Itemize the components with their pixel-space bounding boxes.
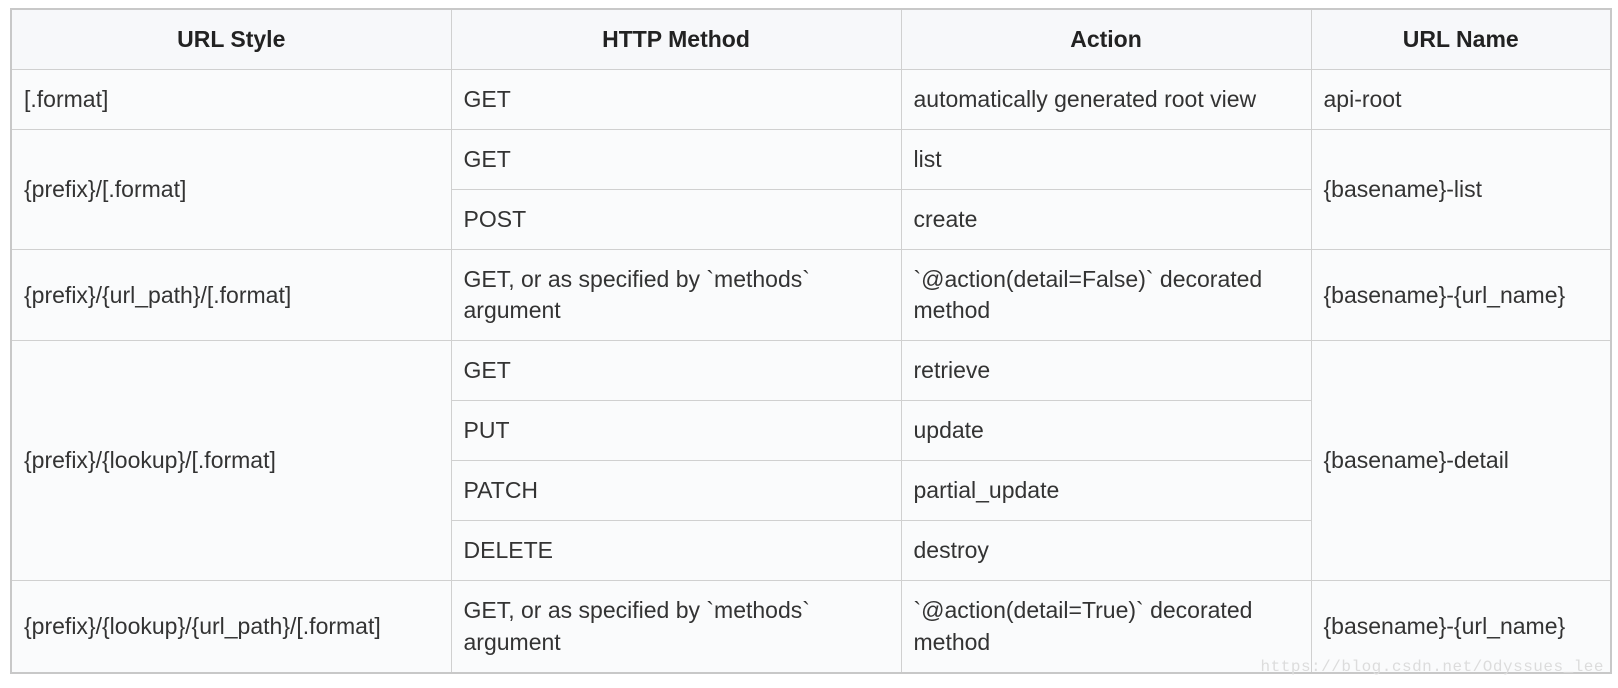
col-header-http-method: HTTP Method xyxy=(451,9,901,70)
table-header-row: URL Style HTTP Method Action URL Name xyxy=(11,9,1611,70)
cell-url-name: {basename}-list xyxy=(1311,130,1611,250)
cell-http-method: PUT xyxy=(451,401,901,461)
table-row: {prefix}/{url_path}/[.format] GET, or as… xyxy=(11,250,1611,341)
cell-url-name: api-root xyxy=(1311,70,1611,130)
table-row: {prefix}/[.format] GET list {basename}-l… xyxy=(11,130,1611,190)
cell-http-method: GET, or as specified by `methods` argume… xyxy=(451,250,901,341)
table-row: {prefix}/{lookup}/[.format] GET retrieve… xyxy=(11,341,1611,401)
col-header-url-style: URL Style xyxy=(11,9,451,70)
cell-action: update xyxy=(901,401,1311,461)
cell-url-style: [.format] xyxy=(11,70,451,130)
cell-action: destroy xyxy=(901,521,1311,581)
url-routing-table: URL Style HTTP Method Action URL Name [.… xyxy=(10,8,1612,674)
cell-action: `@action(detail=True)` decorated method xyxy=(901,581,1311,673)
cell-action: `@action(detail=False)` decorated method xyxy=(901,250,1311,341)
cell-url-style: {prefix}/{url_path}/[.format] xyxy=(11,250,451,341)
cell-action: list xyxy=(901,130,1311,190)
cell-http-method: DELETE xyxy=(451,521,901,581)
cell-action: partial_update xyxy=(901,461,1311,521)
cell-action: automatically generated root view xyxy=(901,70,1311,130)
cell-http-method: GET xyxy=(451,70,901,130)
table-row: {prefix}/{lookup}/{url_path}/[.format] G… xyxy=(11,581,1611,673)
cell-http-method: GET, or as specified by `methods` argume… xyxy=(451,581,901,673)
table-row: [.format] GET automatically generated ro… xyxy=(11,70,1611,130)
col-header-action: Action xyxy=(901,9,1311,70)
cell-url-style: {prefix}/[.format] xyxy=(11,130,451,250)
cell-url-style: {prefix}/{lookup}/{url_path}/[.format] xyxy=(11,581,451,673)
cell-http-method: GET xyxy=(451,341,901,401)
cell-url-name: {basename}-detail xyxy=(1311,341,1611,581)
cell-http-method: PATCH xyxy=(451,461,901,521)
cell-http-method: POST xyxy=(451,190,901,250)
cell-http-method: GET xyxy=(451,130,901,190)
cell-action: retrieve xyxy=(901,341,1311,401)
cell-url-name: {basename}-{url_name} xyxy=(1311,250,1611,341)
cell-action: create xyxy=(901,190,1311,250)
col-header-url-name: URL Name xyxy=(1311,9,1611,70)
cell-url-style: {prefix}/{lookup}/[.format] xyxy=(11,341,451,581)
cell-url-name: {basename}-{url_name} xyxy=(1311,581,1611,673)
